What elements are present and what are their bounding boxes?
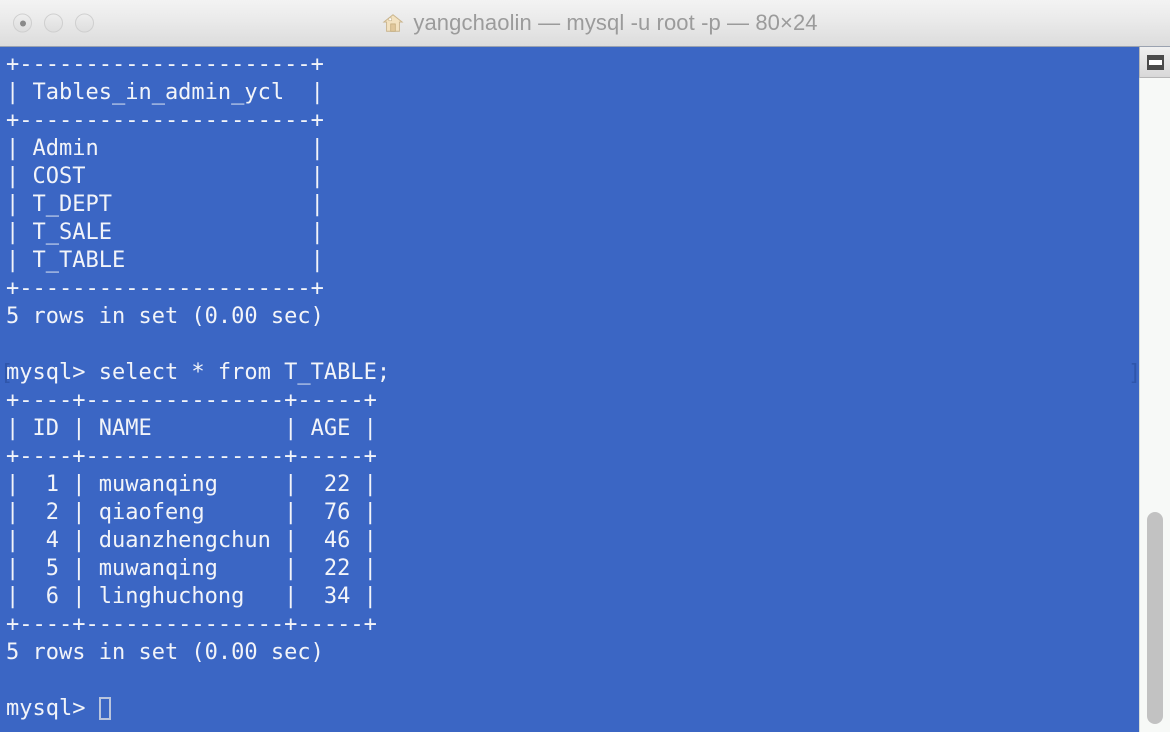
home-icon <box>382 14 404 32</box>
scrollbar-thumb[interactable] <box>1147 512 1163 724</box>
split-pane-icon <box>1146 54 1164 70</box>
terminal-line: | Admin | <box>6 135 1140 163</box>
prompt-mark-left: [ <box>0 361 14 386</box>
terminal-line-text: | 2 | qiaofeng | 76 | <box>6 500 377 525</box>
terminal-line: | 6 | linghuchong | 34 | <box>6 583 1140 611</box>
terminal-line-text <box>6 668 19 693</box>
terminal-line-text: +----+---------------+-----+ <box>6 444 377 469</box>
terminal-content[interactable]: +----------------------+ | Tables_in_admi… <box>0 47 1170 732</box>
terminal-line-text: | COST | <box>6 164 324 189</box>
title-bar[interactable]: yangchaolin — mysql -u root -p — 80×24 <box>0 0 1170 47</box>
terminal-line-text: +----------------------+ <box>6 108 324 133</box>
terminal-line-text: | Admin | <box>6 136 324 161</box>
terminal-line: | COST | <box>6 163 1140 191</box>
terminal-line-text: | T_TABLE | <box>6 248 324 273</box>
terminal-line <box>6 331 1140 359</box>
terminal-line-text: +----+---------------+-----+ <box>6 388 377 413</box>
terminal-scrollbar[interactable] <box>1139 47 1170 732</box>
title-group: yangchaolin — mysql -u root -p — 80×24 <box>352 10 818 36</box>
split-pane-button[interactable] <box>1139 47 1170 78</box>
close-button[interactable] <box>13 13 32 33</box>
terminal-line <box>6 667 1140 695</box>
terminal-line-text: 5 rows in set (0.00 sec) <box>6 304 324 329</box>
terminal-line-text <box>6 332 19 357</box>
terminal-line-text: | 5 | muwanqing | 22 | <box>6 556 377 581</box>
terminal-line: mysql> <box>6 695 1140 723</box>
terminal-line: | 5 | muwanqing | 22 | <box>6 555 1140 583</box>
terminal-line: 5 rows in set (0.00 sec) <box>6 303 1140 331</box>
terminal-line: +----+---------------+-----+ <box>6 387 1140 415</box>
terminal-line-text: +----+---------------+-----+ <box>6 612 377 637</box>
terminal-line: [mysql> select * from T_TABLE;] <box>0 359 1141 387</box>
terminal-line-text: | 4 | duanzhengchun | 46 | <box>6 528 377 553</box>
terminal-window: yangchaolin — mysql -u root -p — 80×24 +… <box>0 0 1170 732</box>
terminal-line: +----------------------+ <box>6 275 1140 303</box>
terminal-line-text: +----------------------+ <box>6 276 324 301</box>
traffic-light-group <box>13 13 94 33</box>
terminal-line: +----------------------+ <box>6 51 1140 79</box>
terminal-line-text: 5 rows in set (0.00 sec) <box>6 640 324 665</box>
terminal-line-text: +----------------------+ <box>6 52 324 77</box>
terminal-line: | 1 | muwanqing | 22 | <box>6 471 1140 499</box>
terminal-line-text: | T_DEPT | <box>6 192 324 217</box>
terminal-line-text: mysql> select * from T_TABLE; <box>6 360 391 385</box>
terminal-line: +----+---------------+-----+ <box>6 611 1140 639</box>
terminal-line: +----+---------------+-----+ <box>6 443 1140 471</box>
terminal-screen[interactable]: +----------------------+ | Tables_in_admi… <box>0 47 1141 723</box>
terminal-line: | T_DEPT | <box>6 191 1140 219</box>
text-cursor <box>98 697 111 720</box>
zoom-button[interactable] <box>75 13 94 33</box>
terminal-line: | 2 | qiaofeng | 76 | <box>6 499 1140 527</box>
terminal-line-text: | T_SALE | <box>6 220 324 245</box>
terminal-line-text: | 1 | muwanqing | 22 | <box>6 472 377 497</box>
terminal-line: | 4 | duanzhengchun | 46 | <box>6 527 1140 555</box>
terminal-line-text: | 6 | linghuchong | 34 | <box>6 584 377 609</box>
terminal-line: | ID | NAME | AGE | <box>6 415 1140 443</box>
terminal-line: | Tables_in_admin_ycl | <box>6 79 1140 107</box>
terminal-line: +----------------------+ <box>6 107 1140 135</box>
terminal-line-text: | Tables_in_admin_ycl | <box>6 80 324 105</box>
terminal-line-text: | ID | NAME | AGE | <box>6 416 377 441</box>
terminal-line: | T_TABLE | <box>6 247 1140 275</box>
terminal-line-text: mysql> <box>6 696 99 721</box>
terminal-line: | T_SALE | <box>6 219 1140 247</box>
window-title: yangchaolin — mysql -u root -p — 80×24 <box>413 10 818 35</box>
terminal-line: 5 rows in set (0.00 sec) <box>6 639 1140 667</box>
minimize-button[interactable] <box>44 13 63 33</box>
